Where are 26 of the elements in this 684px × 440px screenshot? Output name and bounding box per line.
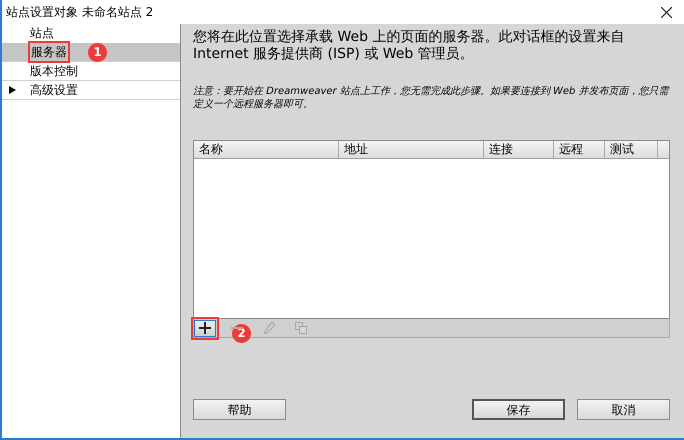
close-icon[interactable] (661, 6, 672, 18)
sidebar-label: 版本控制 (30, 63, 78, 80)
column-header[interactable]: 名称 (194, 141, 339, 158)
dialog-button[interactable]: 保存 (472, 399, 565, 420)
column-header[interactable]: 远程 (554, 141, 605, 158)
sidebar-item[interactable]: 高级设置 (2, 81, 180, 100)
annotation-badge: 1 (88, 42, 107, 62)
caret-right-icon[interactable] (9, 86, 16, 94)
sidebar-item[interactable]: 版本控制 (2, 62, 180, 81)
sidebar-item[interactable]: 服务器 1 (2, 43, 180, 62)
sidebar-label: 高级设置 (30, 82, 78, 99)
pencil-icon (263, 322, 275, 334)
column-header[interactable]: 连接 (484, 141, 554, 158)
sidebar-label: 站点 (30, 25, 54, 42)
minus-icon (231, 326, 243, 330)
dialog-button[interactable]: 帮助 (193, 399, 286, 420)
window-title: 站点设置对象 未命名站点 2 (6, 4, 154, 21)
plus-icon (199, 322, 211, 334)
column-header[interactable]: 测试 (605, 141, 658, 158)
dialog-button[interactable]: 取消 (577, 399, 670, 420)
intro-text: 您将在此位置选择承载 Web 上的页面的服务器。此对话框的设置来自 Internet 服务提供商 (ISP) 或 Web 管理员。 (193, 29, 626, 63)
sidebar-label: 服务器 (30, 43, 68, 61)
column-header[interactable]: 地址 (339, 141, 484, 158)
note-text: 注意：要开始在 Dreamweaver 站点上工作，您无需完成此步骤。如果要连接到 Web 并发布页面，您只需定义一个远程服务器即可。 (193, 85, 670, 111)
sidebar-item[interactable]: 站点 (2, 24, 180, 43)
duplicate-icon (295, 322, 307, 334)
